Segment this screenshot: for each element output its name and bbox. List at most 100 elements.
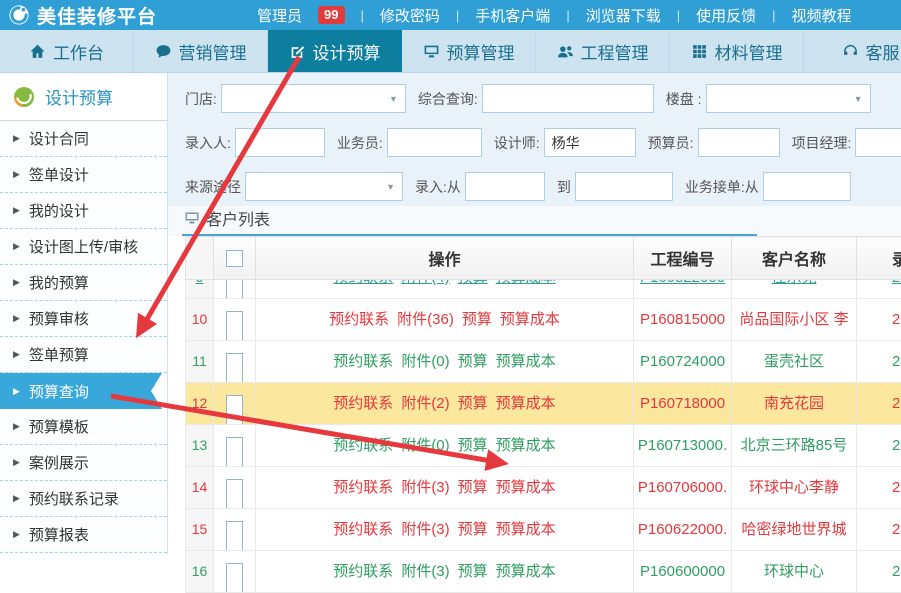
row-checkbox[interactable] <box>226 280 243 298</box>
operation-link[interactable]: 附件(0) <box>401 437 449 454</box>
operation-link[interactable]: 预算成本 <box>496 563 556 580</box>
operation-link[interactable]: 预算 <box>458 353 488 370</box>
project-code-cell[interactable]: P160600000 <box>634 551 732 593</box>
operation-link[interactable]: 预算成本 <box>496 437 556 454</box>
customer-name-cell[interactable]: 哈密绿地世界城 <box>732 509 857 551</box>
operation-link[interactable]: 附件(36) <box>397 311 454 328</box>
input-field[interactable] <box>235 128 325 157</box>
input-field[interactable]: 杨华 <box>544 128 636 157</box>
input-field[interactable] <box>387 128 482 157</box>
operation-link[interactable]: 预算 <box>458 395 488 412</box>
row-checkbox[interactable] <box>226 437 243 466</box>
customer-name-cell[interactable]: 南充花园 <box>732 383 857 425</box>
table-row[interactable]: 16预约联系附件(3)预算预算成本P160600000环球中心2016 <box>186 551 901 593</box>
operation-link[interactable]: 预约联系 <box>333 521 393 538</box>
topbar-link[interactable]: 视频教程 <box>792 5 852 26</box>
operation-link[interactable]: 附件(4) <box>401 280 449 286</box>
operation-link[interactable]: 预算成本 <box>496 353 556 370</box>
user-menu[interactable]: 管理员 <box>257 5 302 26</box>
operation-link[interactable]: 预算成本 <box>496 479 556 496</box>
input-field[interactable] <box>482 84 654 113</box>
sidebar-item-预算模板[interactable]: ▶预算模板 <box>0 409 167 445</box>
table-row[interactable]: 13预约联系附件(0)预算预算成本P160713000.北京三环路85号2016 <box>186 425 901 467</box>
select-all-checkbox[interactable] <box>226 250 243 267</box>
sidebar-item-案例展示[interactable]: ▶案例展示 <box>0 445 167 481</box>
tab-营销管理[interactable]: 营销管理 <box>134 30 268 72</box>
tab-工作台[interactable]: 工作台 <box>0 30 134 72</box>
tab-材料管理[interactable]: 材料管理 <box>670 30 804 72</box>
tab-客服[interactable]: 客服 <box>804 30 901 72</box>
operation-link[interactable]: 预约联系 <box>333 353 393 370</box>
operation-link[interactable]: 预约联系 <box>333 563 393 580</box>
input-field[interactable] <box>698 128 780 157</box>
operation-link[interactable]: 预约联系 <box>333 479 393 496</box>
table-row[interactable]: 14预约联系附件(3)预算预算成本P160706000.环球中心李静2016 <box>186 467 901 509</box>
project-code-cell[interactable]: P160706000. <box>634 467 732 509</box>
customer-name-cell[interactable]: 蛋壳社区 <box>732 341 857 383</box>
operation-link[interactable]: 预算成本 <box>496 521 556 538</box>
operation-link[interactable]: 预算 <box>462 311 492 328</box>
table-row[interactable]: 11预约联系附件(0)预算预算成本P160724000蛋壳社区2016 <box>186 341 901 383</box>
row-checkbox[interactable] <box>226 521 243 550</box>
operation-link[interactable]: 附件(3) <box>401 521 449 538</box>
operation-link[interactable]: 预算成本 <box>496 280 556 286</box>
operation-link[interactable]: 预约联系 <box>333 395 393 412</box>
sidebar-item-签单设计[interactable]: ▶签单设计 <box>0 157 167 193</box>
sidebar-item-预约联系记录[interactable]: ▶预约联系记录 <box>0 481 167 517</box>
tab-customer-list[interactable]: 客户列表 <box>182 206 278 236</box>
topbar-link[interactable]: 使用反馈 <box>696 5 756 26</box>
operation-link[interactable]: 附件(3) <box>401 563 449 580</box>
sidebar-item-预算报表[interactable]: ▶预算报表 <box>0 517 167 553</box>
sidebar-item-签单预算[interactable]: ▶签单预算 <box>0 337 167 373</box>
select-field[interactable]: ▼ <box>245 172 403 201</box>
sidebar-item-我的设计[interactable]: ▶我的设计 <box>0 193 167 229</box>
customer-name-cell[interactable]: 北京三环路85号 <box>732 425 857 467</box>
project-code-cell[interactable]: P160822000 <box>634 280 732 299</box>
project-code-cell[interactable]: P160718000 <box>634 383 732 425</box>
tab-设计预算[interactable]: 设计预算 <box>268 30 402 72</box>
row-checkbox[interactable] <box>226 563 243 592</box>
operation-link[interactable]: 预算 <box>458 521 488 538</box>
operation-link[interactable]: 预算成本 <box>496 395 556 412</box>
input-field[interactable] <box>855 128 901 157</box>
sidebar-item-预算查询[interactable]: ▶预算查询 <box>0 373 162 409</box>
operation-link[interactable]: 附件(3) <box>401 479 449 496</box>
row-checkbox[interactable] <box>226 353 243 382</box>
customer-name-cell[interactable]: 尚品国际小区 李 <box>732 299 857 341</box>
table-row[interactable]: 10预约联系附件(36)预算预算成本P160815000尚品国际小区 李2016 <box>186 299 901 341</box>
topbar-link[interactable]: 修改密码 <box>380 5 440 26</box>
notification-badge[interactable]: 99 <box>318 6 344 24</box>
operation-link[interactable]: 预算成本 <box>500 311 560 328</box>
row-checkbox[interactable] <box>226 395 243 424</box>
input-field[interactable] <box>575 172 673 201</box>
topbar-link[interactable]: 浏览器下载 <box>586 5 661 26</box>
tab-预算管理[interactable]: 预算管理 <box>402 30 536 72</box>
table-row[interactable]: 12预约联系附件(2)预算预算成本P160718000南充花园2016 <box>186 383 901 425</box>
project-code-cell[interactable]: P160724000 <box>634 341 732 383</box>
sidebar-item-设计合同[interactable]: ▶设计合同 <box>0 121 167 157</box>
select-field[interactable]: ▼ <box>706 84 871 113</box>
customer-name-cell[interactable]: 环球中心 <box>732 551 857 593</box>
operation-link[interactable]: 附件(2) <box>401 395 449 412</box>
project-code-cell[interactable]: P160713000. <box>634 425 732 467</box>
sidebar-item-设计图上传/审核[interactable]: ▶设计图上传/审核 <box>0 229 167 265</box>
operation-link[interactable]: 预算 <box>458 280 488 286</box>
sidebar-item-我的预算[interactable]: ▶我的预算 <box>0 265 167 301</box>
row-checkbox[interactable] <box>226 479 243 508</box>
table-row[interactable]: 15预约联系附件(3)预算预算成本P160622000.哈密绿地世界城2016 <box>186 509 901 551</box>
tab-工程管理[interactable]: 工程管理 <box>536 30 670 72</box>
input-field[interactable] <box>763 172 851 201</box>
operation-link[interactable]: 预约联系 <box>333 280 393 286</box>
operation-link[interactable]: 预约联系 <box>333 437 393 454</box>
input-field[interactable] <box>465 172 545 201</box>
topbar-link[interactable]: 手机客户端 <box>475 5 550 26</box>
customer-name-cell[interactable]: 佳乐苑 <box>732 280 857 299</box>
select-field[interactable]: ▼ <box>221 84 406 113</box>
table-row[interactable]: 9预约联系附件(4)预算预算成本P160822000佳乐苑2016 <box>186 280 901 299</box>
operation-link[interactable]: 附件(0) <box>401 353 449 370</box>
sidebar-item-预算审核[interactable]: ▶预算审核 <box>0 301 167 337</box>
operation-link[interactable]: 预算 <box>458 563 488 580</box>
operation-link[interactable]: 预算 <box>458 437 488 454</box>
operation-link[interactable]: 预约联系 <box>329 311 389 328</box>
customer-name-cell[interactable]: 环球中心李静 <box>732 467 857 509</box>
